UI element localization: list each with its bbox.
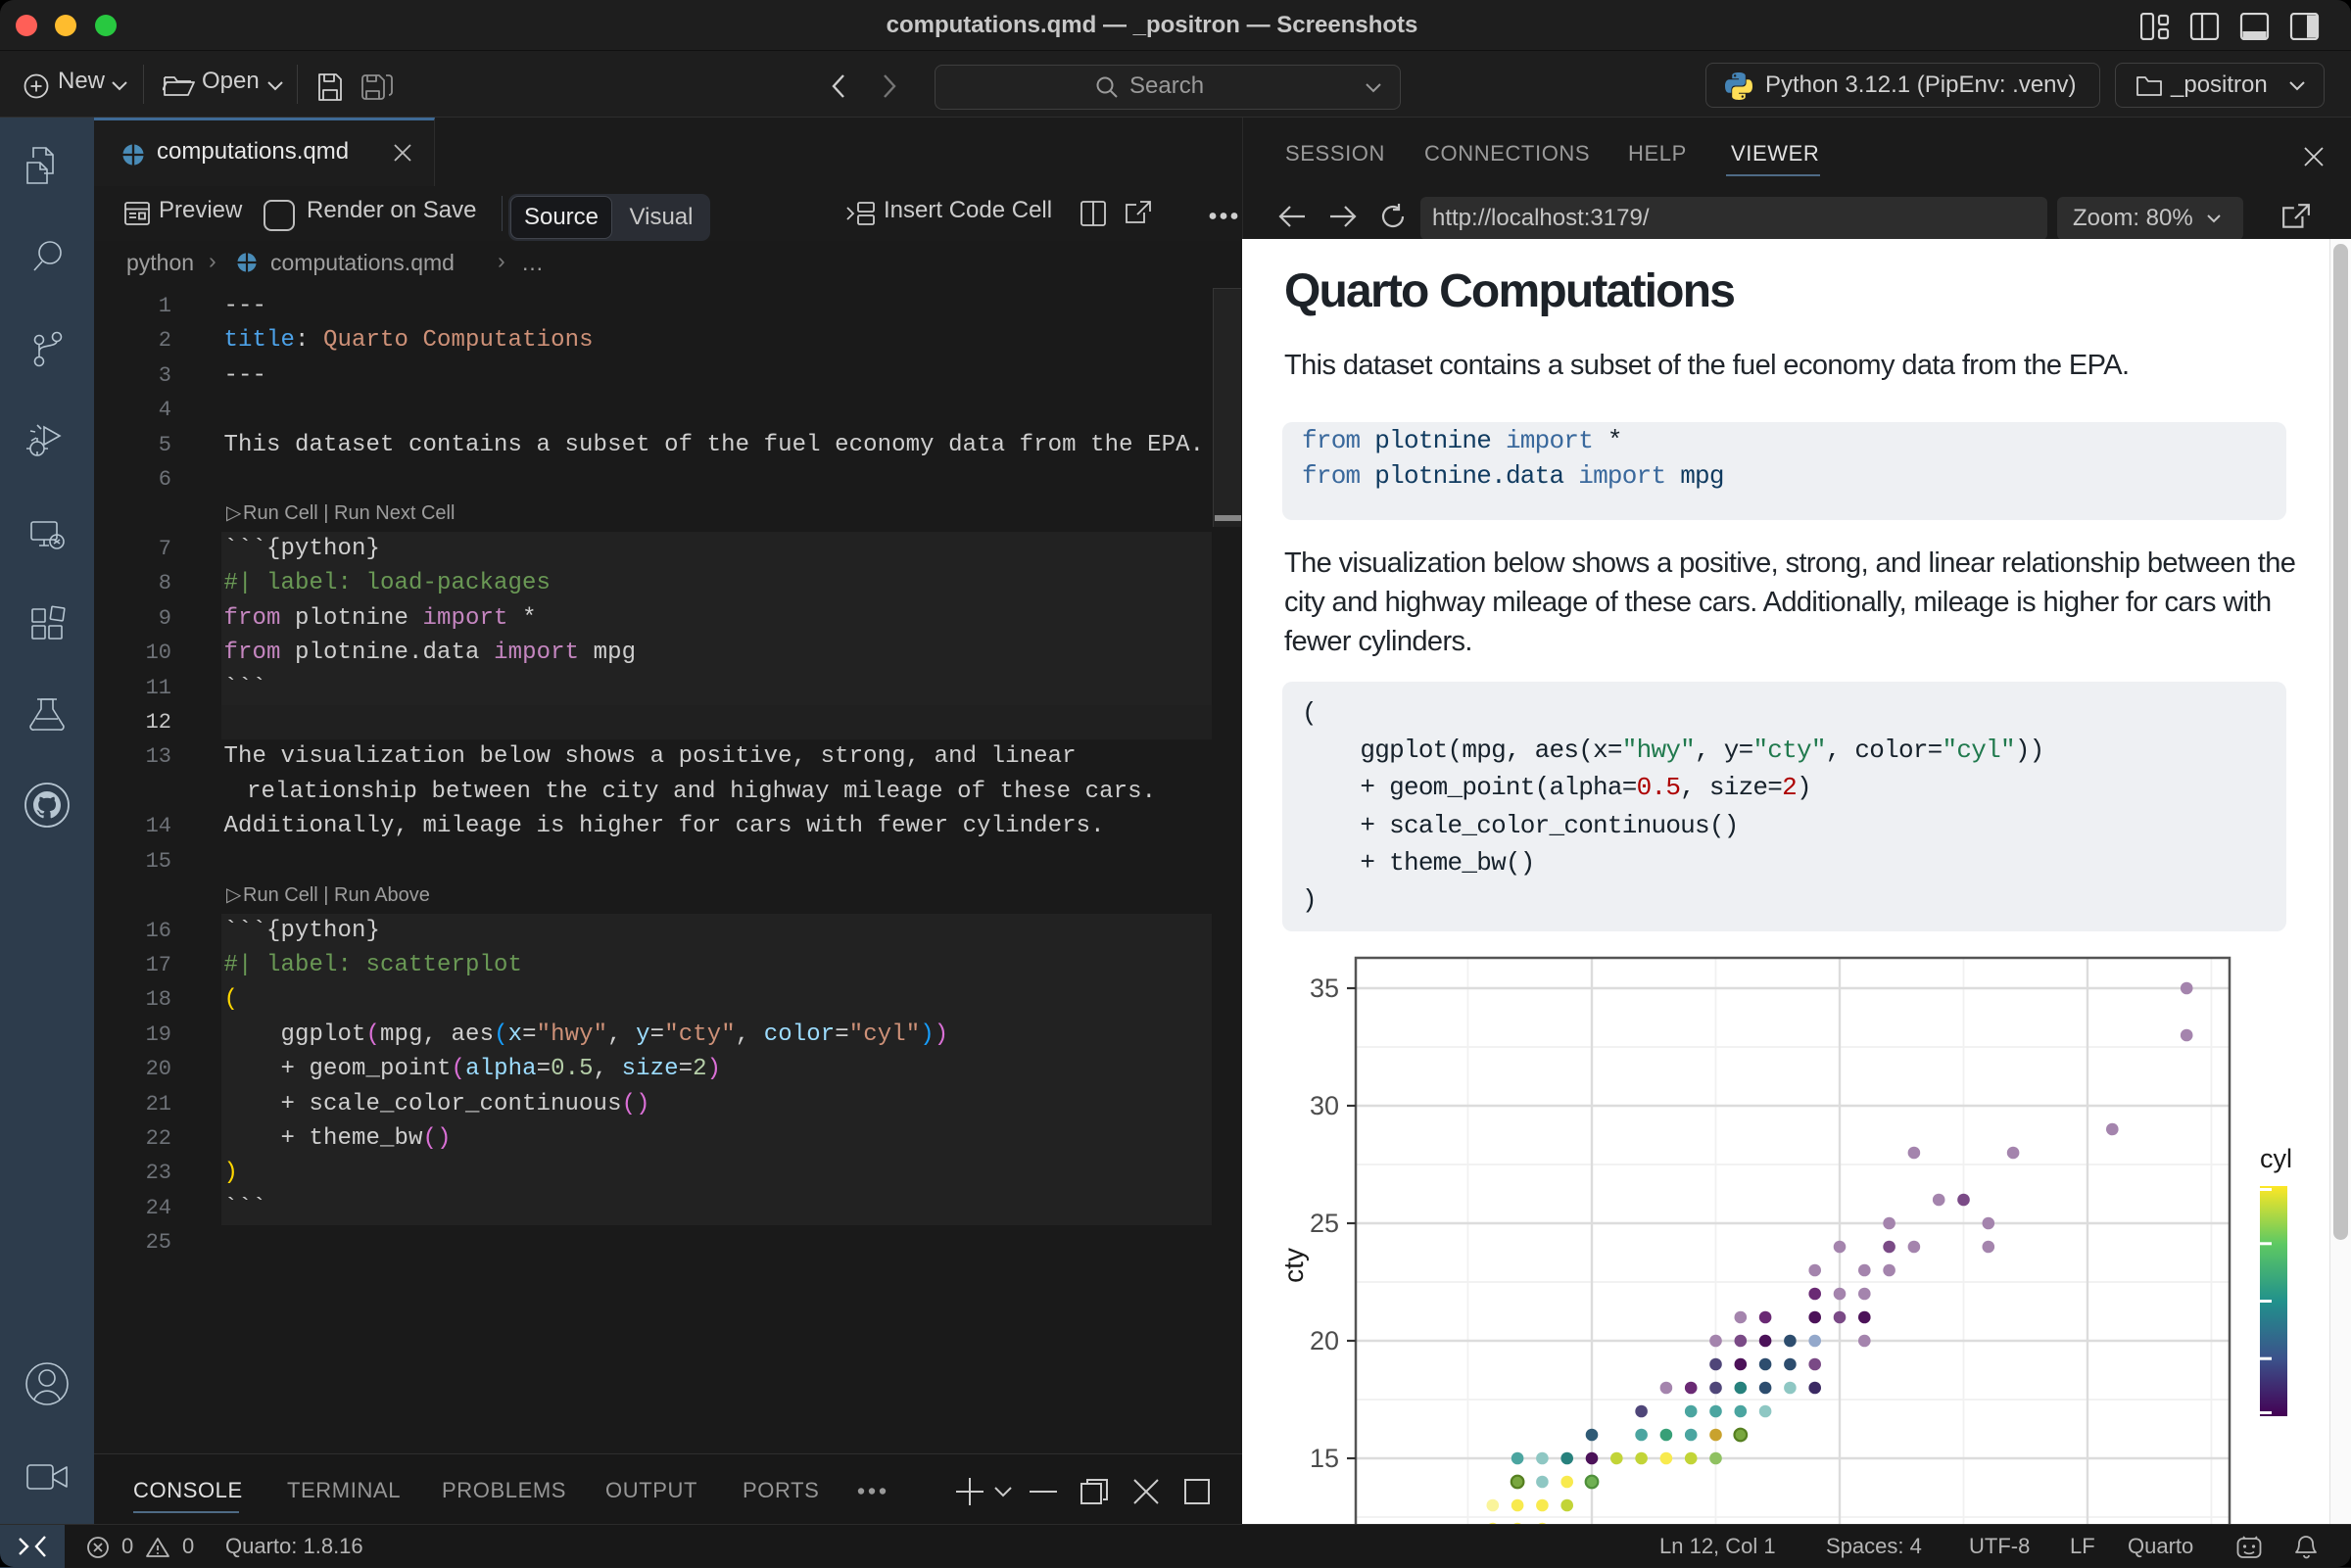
svg-text:20: 20 [1310, 1326, 1339, 1355]
svg-text:35: 35 [1310, 974, 1339, 1003]
svg-text:cty: cty [1278, 1248, 1309, 1283]
svg-text:30: 30 [1310, 1091, 1339, 1120]
svg-text:15: 15 [1310, 1444, 1339, 1473]
svg-text:25: 25 [1310, 1209, 1339, 1238]
svg-text:cyl: cyl [2260, 1144, 2292, 1173]
